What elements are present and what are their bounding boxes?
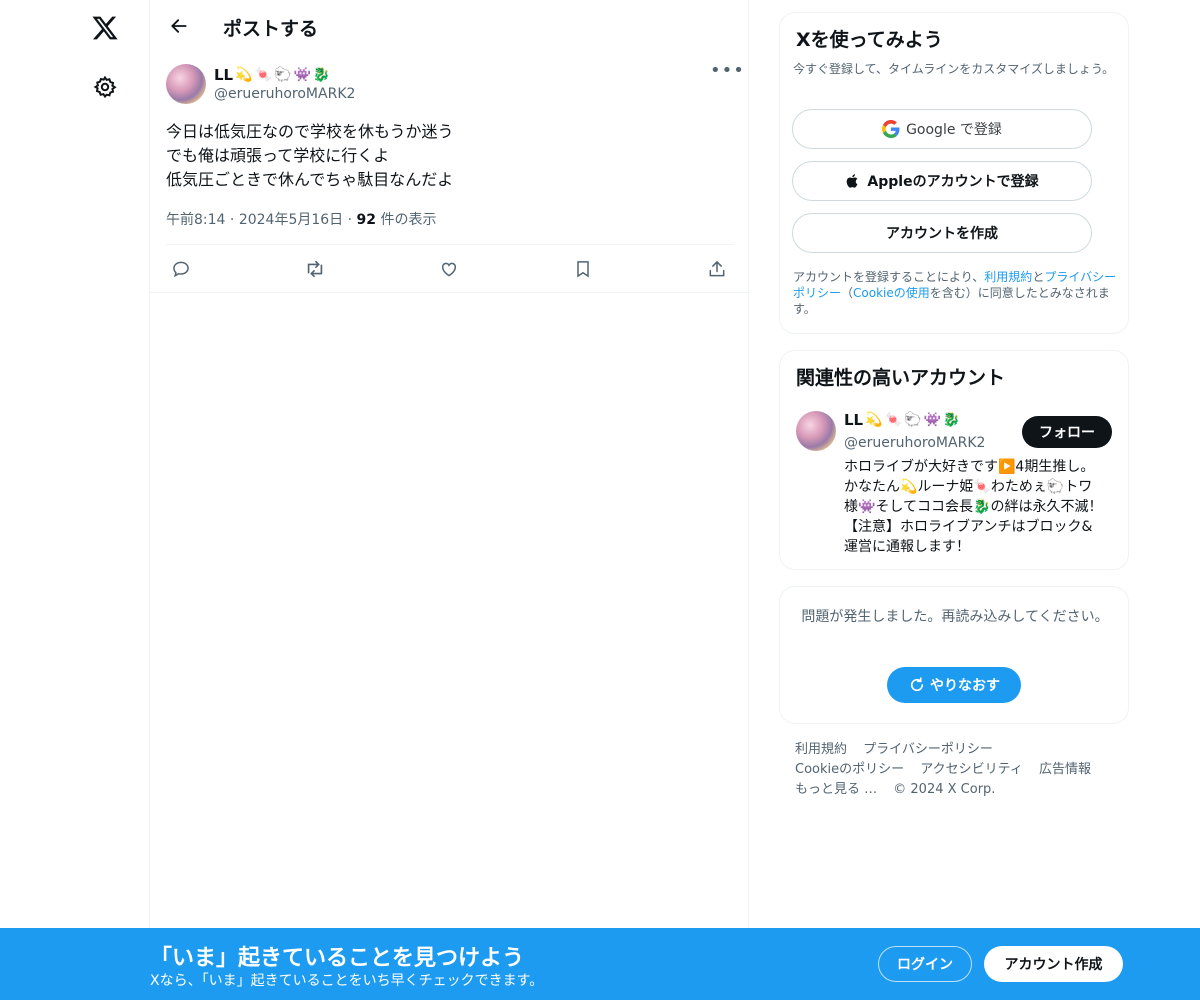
divider — [166, 244, 734, 245]
post-meta: 午前8:14 · 2024年5月16日 · 92 件の表示 — [166, 209, 436, 229]
related-accounts-panel: 関連性の高いアカウント LL 💫 🍬 🐑 👾 🐉 @erueruhoroMARK… — [779, 350, 1129, 570]
header: ポストする — [150, 0, 750, 53]
bookmark-button[interactable] — [569, 255, 597, 283]
google-signup-button[interactable]: Google で登録 — [792, 109, 1092, 149]
retry-label: やりなおす — [930, 678, 1000, 694]
repost-icon — [307, 260, 323, 278]
signup-terms: アカウントを登録することにより、利用規約とプライバシーポリシー（Cookieの使… — [793, 269, 1123, 317]
meta-separator: · — [229, 212, 235, 228]
footer-cookie-link[interactable]: Cookieのポリシー — [795, 762, 904, 777]
bottom-create-account-button[interactable]: アカウント作成 — [984, 946, 1123, 982]
footer-copyright: © 2024 X Corp. — [893, 782, 996, 797]
x-logo-icon[interactable] — [85, 8, 125, 48]
emoji-alien-monster-icon: 👾 — [923, 412, 941, 428]
bottom-bar-subtitle: Xなら、「いま」起きていることをいち早くチェックできます。 — [150, 973, 544, 989]
bookmark-icon — [577, 261, 589, 278]
author-handle[interactable]: @erueruhoroMARK2 — [214, 86, 355, 102]
share-icon — [709, 260, 725, 277]
emoji-dragon-icon: 🐉 — [312, 67, 331, 83]
footer-ads-link[interactable]: 広告情報 — [1039, 762, 1091, 777]
apple-signup-label: Appleのアカウントで登録 — [867, 174, 1039, 190]
post-text-line: でも俺は頑張って学校に行くよ — [166, 146, 390, 165]
footer-links: 利用規約 プライバシーポリシー Cookieのポリシー アクセシビリティ 広告情… — [795, 740, 1115, 800]
reply-button[interactable] — [167, 255, 195, 283]
bottom-bar-title: 「いま」起きていることを見つけよう — [150, 946, 525, 971]
avatar[interactable] — [796, 411, 836, 451]
gear-icon[interactable] — [85, 67, 125, 107]
create-account-button[interactable]: アカウントを作成 — [792, 213, 1092, 253]
divider — [150, 292, 750, 293]
google-icon — [882, 120, 900, 138]
login-button[interactable]: ログイン — [878, 946, 972, 982]
emoji-sheep-icon: 🐑 — [274, 67, 292, 83]
post-date[interactable]: 2024年5月16日 — [239, 212, 343, 228]
views-count: 92 — [356, 212, 377, 228]
heart-icon — [441, 262, 457, 277]
footer-accessibility-link[interactable]: アクセシビリティ — [920, 762, 1023, 777]
views-label: 件の表示 — [380, 212, 437, 228]
terms-text: アカウントを登録することにより、 — [793, 270, 985, 284]
page-title: ポストする — [223, 18, 319, 40]
meta-separator: · — [347, 212, 353, 228]
avatar[interactable] — [166, 64, 206, 104]
error-panel: 問題が発生しました。再読み込みしてください。 やりなおす — [779, 586, 1129, 724]
repost-button[interactable] — [301, 255, 329, 283]
cookie-link[interactable]: Cookieの使用 — [853, 286, 930, 300]
post-text-line: 低気圧ごときで休んでちゃ駄目なんだよ — [166, 170, 454, 189]
reply-icon — [173, 261, 189, 278]
emoji-candy-icon: 🍬 — [884, 412, 902, 428]
emoji-alien-monster-icon: 👾 — [293, 67, 311, 83]
related-account-handle[interactable]: @erueruhoroMARK2 — [844, 435, 985, 451]
post-text: 今日は低気圧なので学校を休もうか迷う でも俺は頑張って学校に行くよ 低気圧ごとき… — [166, 120, 734, 192]
arrow-left-icon — [171, 19, 187, 33]
post-actions — [166, 255, 734, 283]
footer-more-link[interactable]: もっと見る … — [795, 782, 877, 797]
related-title: 関連性の高いアカウント — [796, 367, 1006, 389]
apple-icon — [847, 174, 858, 188]
retry-button[interactable]: やりなおす — [887, 667, 1021, 703]
author-name-text: LL — [214, 66, 234, 84]
author-name[interactable]: LL 💫 🍬 🐑 👾 🐉 — [214, 66, 355, 84]
terms-link[interactable]: 利用規約 — [984, 270, 1032, 284]
refresh-icon — [910, 677, 924, 692]
bottom-signup-bar: 「いま」起きていることを見つけよう Xなら、「いま」起きていることをいち早くチェ… — [0, 928, 1200, 1000]
more-options-icon[interactable]: ••• — [710, 62, 744, 84]
post-text-line: 今日は低気圧なので学校を休もうか迷う — [166, 122, 454, 141]
footer-terms-link[interactable]: 利用規約 — [795, 742, 847, 757]
back-button[interactable] — [162, 9, 196, 43]
post-author: LL 💫 🍬 🐑 👾 🐉 @erueruhoroMARK2 — [214, 66, 355, 102]
related-name-text: LL — [844, 411, 864, 429]
error-message: 問題が発生しました。再読み込みしてください。 — [801, 609, 1109, 625]
related-account-bio: ホロライブが大好きです▶️4期生推し。かなたん💫ルーナ姫🍬わためぇ🐑トワ様👾そし… — [844, 459, 1103, 555]
emoji-sheep-icon: 🐑 — [904, 412, 922, 428]
emoji-dizzy-icon: 💫 — [235, 67, 253, 83]
signup-title: Xを使ってみよう — [796, 29, 943, 51]
main-column: ポストする LL 💫 🍬 🐑 👾 🐉 @erueruhoroMARK2 ••• … — [149, 0, 750, 1000]
emoji-dragon-icon: 🐉 — [942, 412, 961, 428]
like-button[interactable] — [435, 255, 463, 283]
google-signup-label: Google で登録 — [906, 122, 1002, 138]
terms-text: と — [1032, 270, 1045, 284]
left-nav — [0, 0, 150, 1000]
follow-button[interactable]: フォロー — [1022, 416, 1112, 448]
apple-signup-button[interactable]: Appleのアカウントで登録 — [792, 161, 1092, 201]
footer-privacy-link[interactable]: プライバシーポリシー — [863, 742, 993, 757]
related-account-name[interactable]: LL 💫 🍬 🐑 👾 🐉 — [844, 411, 960, 429]
signup-panel: Xを使ってみよう 今すぐ登録して、タイムラインをカスタマイズしましょう。 Goo… — [779, 12, 1129, 334]
emoji-candy-icon: 🍬 — [254, 67, 272, 83]
signup-subtitle: 今すぐ登録して、タイムラインをカスタマイズしましょう。 — [793, 62, 1115, 76]
terms-text: （ — [841, 286, 854, 300]
emoji-dizzy-icon: 💫 — [865, 412, 883, 428]
share-button[interactable] — [703, 255, 731, 283]
post-time[interactable]: 午前8:14 — [166, 212, 225, 228]
